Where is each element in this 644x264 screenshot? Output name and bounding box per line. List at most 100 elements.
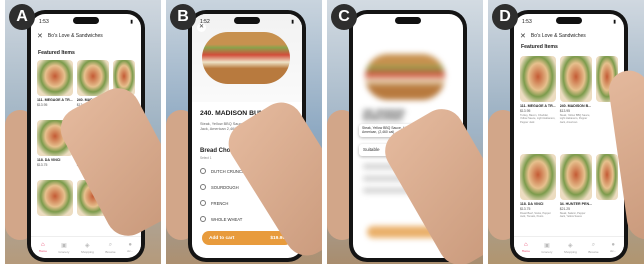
home-icon: ⌂ (41, 242, 45, 248)
account-icon: ● (128, 242, 132, 248)
menu-item-card[interactable] (37, 180, 73, 236)
dynamic-island (234, 17, 260, 24)
tab-label: Ac... (610, 249, 617, 253)
item-title: 111. MEGAGE A TR... (37, 98, 73, 102)
item-price: $13.95 (520, 109, 531, 113)
panel-b: 1:52 ▮ ✕ 240. MADISON BUMGARNER Steak, Y… (166, 0, 322, 264)
item-price: $13.75 (520, 207, 531, 211)
panel-c: 240. MADISON BUMGARNER Steak, Yellow BBQ… (327, 0, 483, 264)
item-hero-image (192, 14, 302, 102)
store-header: ✕ Bo's Love & Sandwiches (520, 30, 618, 42)
item-price: $13.75 (37, 163, 48, 167)
account-icon: ● (611, 242, 615, 248)
tab-account[interactable]: ● Ac... (610, 242, 616, 253)
radio-icon (200, 216, 206, 222)
menu-item-card[interactable]: 34. HUNTER PEN... $21.25 Steak, Salami, Pe… (559, 154, 593, 248)
food-image (37, 60, 73, 96)
tab-bar: ⌂ Home ▣ Grocery ◈ Shopping ⌕ Browse ● Ac... (514, 236, 624, 258)
home-icon: ⌂ (524, 242, 528, 248)
section-title: Featured Items (38, 50, 75, 56)
panel-d: 1:53 ▮ ✕ Bo's Love & Sandwiches Featured… (488, 0, 644, 264)
panel-badge: A (9, 4, 35, 30)
panel-a: 1:53 ▮ ✕ Bo's Love & Sandwiches Featured… (5, 0, 161, 264)
add-to-cart-button[interactable]: Add to cart $19.95 (202, 231, 292, 245)
tab-browse[interactable]: ⌕ Browse (105, 242, 115, 254)
browse-icon: ⌕ (108, 241, 113, 248)
phone: 1:53 ▮ ✕ Bo's Love & Sandwiches Featured… (510, 10, 628, 262)
status-time: 1:53 (522, 19, 532, 25)
section-title: Featured Items (521, 44, 558, 50)
tab-shopping[interactable]: ◈ Shopping (564, 242, 577, 254)
grocery-icon: ▣ (61, 242, 67, 249)
food-image (520, 154, 556, 200)
tab-label: Browse (588, 249, 599, 254)
tab-label: Grocery (58, 249, 70, 254)
tab-label: Shopping (80, 249, 94, 254)
menu-item-card[interactable]: 111. MEGAGE A TR... $13.95 Turkey, Bacon, … (520, 56, 556, 150)
store-header: ✕ Bo's Love & Sandwiches (37, 30, 135, 42)
close-icon[interactable]: ✕ (37, 32, 43, 40)
item-description: Steak, Yellow BBQ Sauce, Light Habanero,… (559, 114, 591, 124)
dynamic-island (395, 17, 421, 24)
tab-grocery[interactable]: ▣ Grocery (541, 242, 552, 254)
close-icon[interactable]: ✕ (197, 23, 206, 32)
item-title: 240. MADISON B... (559, 104, 592, 108)
bread-choice-subtitle: Select 1 (200, 156, 212, 160)
food-image (559, 154, 593, 200)
item-title: 118. DA VINCI (37, 158, 61, 162)
add-to-cart-label: Add to cart (209, 235, 235, 241)
tab-label: Shopping (563, 249, 577, 254)
close-icon[interactable]: ✕ (520, 32, 526, 40)
featured-grid: 111. MEGAGE A TR... $13.95 Turkey, Bacon, … (520, 56, 618, 248)
option-label: SOURDOUGH (211, 184, 239, 190)
option-label: FRENCH (211, 200, 229, 206)
item-price: $13.95 (37, 103, 48, 107)
food-image (520, 56, 556, 102)
panel-badge: C (331, 4, 357, 30)
item-description: Steak, Salami, Pepper Jack, Yellow Sauce (559, 212, 586, 219)
dynamic-island (556, 17, 582, 24)
menu-item-card[interactable] (596, 154, 618, 248)
tab-browse[interactable]: ⌕ Browse (588, 242, 598, 254)
tab-label: Ac... (127, 249, 134, 253)
radio-icon (200, 184, 206, 190)
option-label: WHOLE WHEAT (211, 216, 243, 222)
panel-badge: D (492, 4, 518, 30)
grocery-icon: ▣ (544, 242, 550, 249)
food-image (76, 60, 110, 96)
tab-shopping[interactable]: ◈ Shopping (81, 242, 94, 254)
food-image (596, 154, 618, 200)
tab-bar: ⌂ Home ▣ Grocery ◈ Shopping ⌕ Browse ● Ac... (31, 236, 141, 258)
tab-home[interactable]: ⌂ Home (39, 242, 47, 253)
item-description: Turkey, Bacon, Cheddar, Yellow Sauce, Li… (520, 114, 556, 124)
item-title: 111. MEGAGE A TR... (520, 104, 556, 108)
phone-screen: 1:53 ▮ ✕ Bo's Love & Sandwiches Featured… (514, 14, 624, 258)
menu-item-card[interactable]: 240. MADISON B... $13.95 Steak, Yellow BBQ… (559, 56, 593, 150)
food-image (37, 180, 73, 216)
item-price: $13.95 (559, 109, 571, 113)
menu-item-card[interactable]: 111. MEGAGE A TR... $13.95 (37, 60, 73, 116)
item-title: 34. HUNTER PEN... (559, 202, 593, 206)
radio-icon (200, 200, 206, 206)
tab-label: Grocery (541, 249, 553, 254)
sandwich-image (365, 54, 445, 100)
radio-icon (200, 168, 206, 174)
menu-item-card[interactable]: 118. DA VINCI $13.75 Roast Beef, Swiss, Pe… (520, 154, 556, 248)
status-time: 1:53 (39, 19, 49, 25)
browse-icon: ⌕ (591, 241, 596, 248)
battery-icon: ▮ (130, 19, 133, 25)
restaurant-name: Bo's Love & Sandwiches (530, 33, 586, 39)
sandwich-image (202, 32, 290, 84)
tab-home[interactable]: ⌂ Home (522, 242, 530, 253)
shopping-icon: ◈ (568, 242, 573, 249)
tab-grocery[interactable]: ▣ Grocery (58, 242, 69, 254)
tab-label: Browse (105, 249, 116, 254)
restaurant-name: Bo's Love & Sandwiches (47, 33, 103, 39)
panel-badge: B (170, 4, 196, 30)
battery-icon: ▮ (291, 19, 294, 25)
item-description: Roast Beef, Swiss, Pepper Jack, Tomato, … (520, 212, 551, 219)
tab-label: Home (38, 249, 47, 253)
shopping-icon: ◈ (85, 242, 90, 249)
tab-account[interactable]: ● Ac... (127, 242, 133, 253)
battery-icon: ▮ (613, 19, 616, 25)
